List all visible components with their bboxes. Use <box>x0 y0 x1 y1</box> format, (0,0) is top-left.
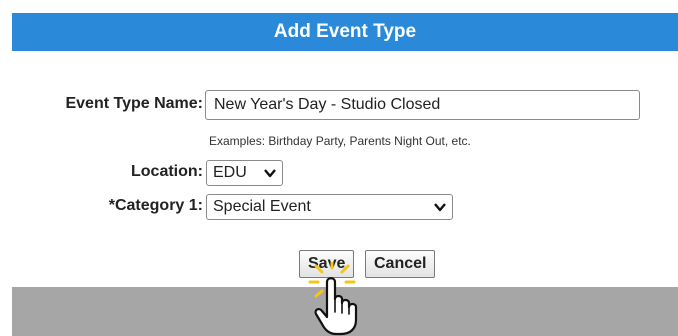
location-select[interactable]: EDU <box>206 160 283 186</box>
location-label: Location: <box>131 163 203 180</box>
dialog-title: Add Event Type <box>273 21 417 42</box>
dialog-header: Add Event Type <box>12 13 678 51</box>
chevron-down-icon <box>434 203 446 212</box>
event-type-name-input[interactable] <box>205 90 640 120</box>
category1-selected-value: Special Event <box>213 198 311 215</box>
category1-select[interactable]: Special Event <box>206 194 453 220</box>
location-selected-value: EDU <box>213 164 247 181</box>
examples-hint: Examples: Birthday Party, Parents Night … <box>209 134 471 148</box>
hand-pointer-icon <box>308 262 358 336</box>
category1-label: *Category 1: <box>108 197 203 214</box>
chevron-down-icon <box>264 169 276 178</box>
event-type-name-label: Event Type Name: <box>65 95 203 112</box>
